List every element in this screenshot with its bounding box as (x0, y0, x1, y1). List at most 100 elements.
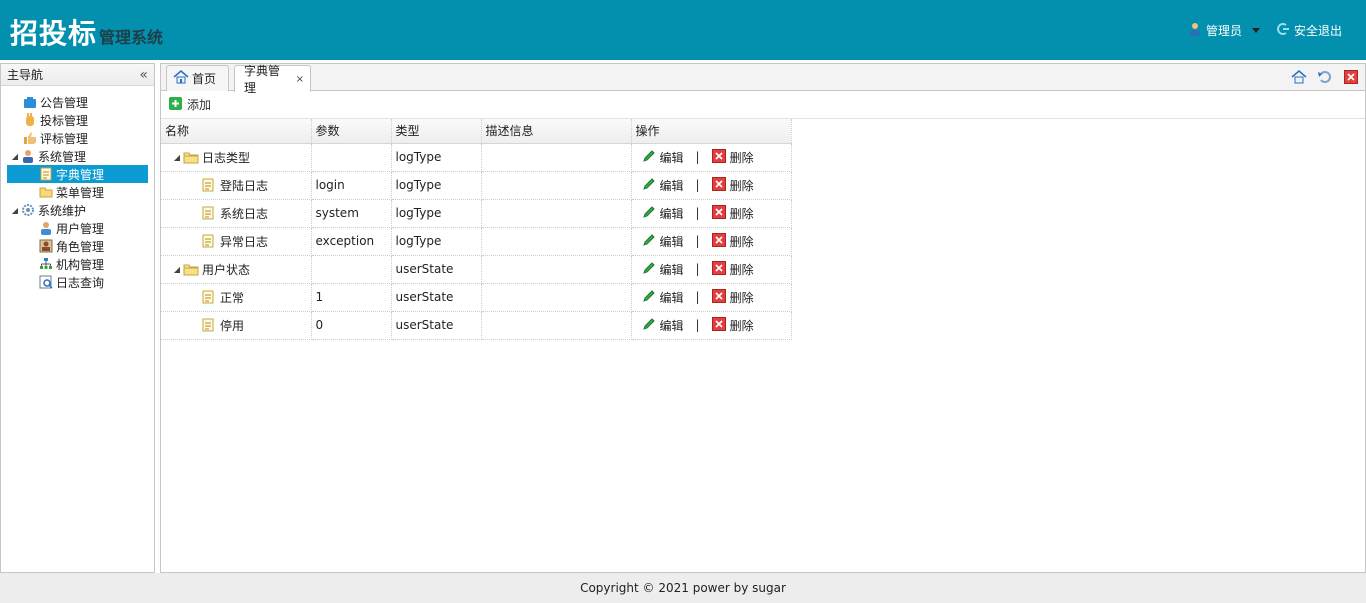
document-icon (201, 290, 217, 304)
user-menu[interactable]: 管理员 (1188, 22, 1260, 39)
sidebar-item-label: 公告管理 (40, 95, 89, 110)
sidebar-item-roles[interactable]: 角色管理 (1, 237, 154, 255)
grid-header-row: 名称 参数 类型 描述信息 操作 (161, 119, 792, 144)
table-row[interactable]: 异常日志 exception logType 编辑 | 删除 (161, 227, 792, 256)
pencil-icon (642, 317, 656, 334)
sidebar-item-maintenance[interactable]: ◢ 系统维护 (1, 201, 154, 219)
sidebar-item-system[interactable]: ◢ 系统管理 (1, 147, 154, 165)
sidebar-item-dictionary[interactable]: 字典管理 (7, 165, 148, 183)
delete-button[interactable]: 删除 (711, 316, 754, 334)
expand-toggle-icon[interactable]: ◢ (9, 152, 21, 161)
home-button[interactable] (1289, 67, 1309, 87)
folder-icon (39, 185, 53, 199)
document-icon (201, 318, 217, 332)
cell-type: logType (391, 199, 482, 228)
cell-type: logType (391, 227, 482, 256)
sidebar-item-notice[interactable]: 公告管理 (1, 93, 154, 111)
cell-name: ◢ 用户状态 (161, 255, 312, 284)
column-header[interactable]: 类型 (391, 119, 482, 144)
document-icon (201, 206, 217, 220)
user-label: 管理员 (1205, 24, 1242, 38)
sidebar-item-organization[interactable]: 机构管理 (1, 255, 154, 273)
edit-button[interactable]: 编辑 (642, 233, 684, 250)
log-search-icon (39, 275, 53, 289)
column-header[interactable]: 参数 (311, 119, 392, 144)
table-row[interactable]: 正常 1 userState 编辑 | 删除 (161, 283, 792, 312)
sidebar-item-logs[interactable]: 日志查询 (1, 273, 154, 291)
action-separator: | (695, 178, 700, 192)
cell-desc (481, 283, 632, 312)
sidebar-item-users[interactable]: 用户管理 (1, 219, 154, 237)
edit-button[interactable]: 编辑 (642, 317, 684, 334)
expand-toggle-icon[interactable]: ◢ (9, 206, 21, 215)
document-icon (39, 167, 53, 181)
action-separator: | (695, 206, 700, 220)
app-header: 招投标 管理系统 管理员 安全退出 (0, 0, 1366, 60)
row-name: 用户状态 (202, 262, 251, 277)
add-button[interactable]: 添加 (169, 96, 211, 113)
sidebar-item-label: 用户管理 (56, 221, 105, 236)
edit-button[interactable]: 编辑 (642, 289, 684, 306)
edit-button[interactable]: 编辑 (642, 261, 684, 278)
logout-button[interactable]: 安全退出 (1276, 22, 1342, 39)
delete-button[interactable]: 删除 (711, 148, 754, 166)
column-header[interactable]: 操作 (631, 119, 792, 144)
close-icon[interactable]: × (296, 74, 304, 85)
cell-param (311, 255, 392, 284)
tab-bar: 首页 字典管理 × (161, 64, 1365, 95)
delete-button[interactable]: 删除 (711, 288, 754, 306)
table-row[interactable]: 系统日志 system logType 编辑 | 删除 (161, 199, 792, 228)
refresh-button[interactable] (1315, 67, 1335, 87)
cell-name: ◢ 日志类型 (161, 143, 312, 172)
expand-toggle-icon[interactable]: ◢ (171, 153, 183, 162)
delete-icon (711, 232, 726, 250)
tab-home[interactable]: 首页 (166, 65, 229, 91)
delete-button[interactable]: 删除 (711, 204, 754, 222)
table-row[interactable]: 停用 0 userState 编辑 | 删除 (161, 311, 792, 340)
close-all-button[interactable] (1341, 67, 1361, 87)
edit-label: 编辑 (659, 234, 684, 249)
delete-button[interactable]: 删除 (711, 176, 754, 194)
chevron-down-icon (1251, 28, 1260, 33)
delete-button[interactable]: 删除 (711, 232, 754, 250)
cell-type: userState (391, 255, 482, 284)
sidebar-item-menu[interactable]: 菜单管理 (1, 183, 154, 201)
delete-label: 删除 (729, 318, 754, 333)
action-separator: | (695, 234, 700, 248)
column-header[interactable]: 描述信息 (481, 119, 632, 144)
delete-button[interactable]: 删除 (711, 260, 754, 278)
cell-type: userState (391, 311, 482, 340)
cell-actions: 编辑 | 删除 (631, 199, 792, 228)
table-row[interactable]: ◢ 日志类型 logType 编辑 | 删除 (161, 143, 792, 172)
edit-button[interactable]: 编辑 (642, 205, 684, 222)
sidebar-item-evaluation[interactable]: 评标管理 (1, 129, 154, 147)
brand-sub: 管理系统 (99, 28, 164, 47)
sidebar-item-label: 机构管理 (56, 257, 105, 272)
tab-dictionary[interactable]: 字典管理 × (234, 64, 311, 95)
sidebar-item-bidding[interactable]: 投标管理 (1, 111, 154, 129)
pencil-icon (642, 149, 656, 166)
edit-button[interactable]: 编辑 (642, 149, 684, 166)
nav-tree: 公告管理 投标管理 评标管理 ◢ 系统管理 字典管理 菜单管理 ◢ 系统维护 用… (1, 86, 154, 291)
delete-icon (711, 316, 726, 334)
edit-button[interactable]: 编辑 (642, 177, 684, 194)
collapse-sidebar-button[interactable]: « (139, 68, 148, 82)
logout-label: 安全退出 (1293, 24, 1342, 38)
refresh-icon (1318, 71, 1331, 83)
table-row[interactable]: ◢ 用户状态 userState 编辑 | 删除 (161, 255, 792, 284)
home-icon (1291, 70, 1307, 84)
column-header[interactable]: 名称 (161, 119, 312, 144)
action-separator: | (695, 150, 700, 164)
table-row[interactable]: 登陆日志 login logType 编辑 | 删除 (161, 171, 792, 200)
row-name: 正常 (220, 290, 245, 305)
row-name: 登陆日志 (220, 178, 269, 193)
logout-icon (1276, 22, 1290, 39)
edit-label: 编辑 (659, 290, 684, 305)
gear-icon (21, 203, 35, 217)
cell-actions: 编辑 | 删除 (631, 255, 792, 284)
thumbs-up-icon (23, 131, 37, 145)
expand-toggle-icon[interactable]: ◢ (171, 265, 183, 274)
pencil-icon (642, 233, 656, 250)
cell-name: 异常日志 (161, 227, 312, 256)
delete-label: 删除 (729, 262, 754, 277)
